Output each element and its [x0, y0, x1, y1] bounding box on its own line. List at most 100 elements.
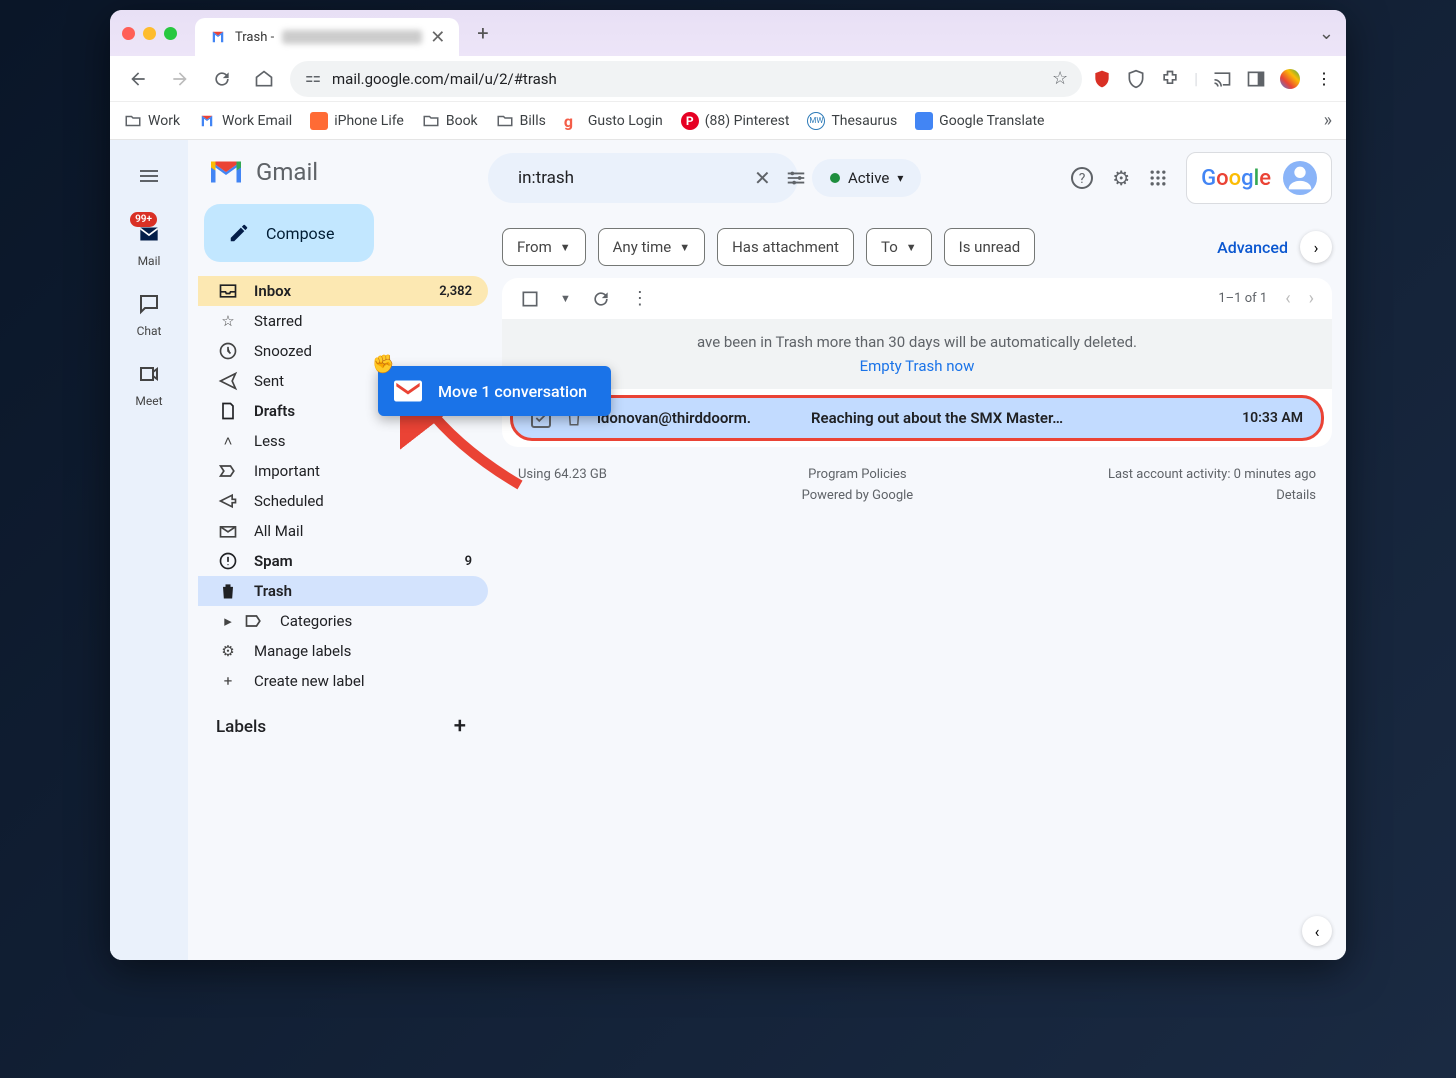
url-input[interactable]: mail.google.com/mail/u/2/#trash ☆ — [290, 61, 1082, 97]
filter-scroll-right[interactable]: › — [1300, 231, 1332, 263]
bookmark-bills[interactable]: Bills — [496, 112, 546, 130]
email-row[interactable]: ldonovan@thirddoorm. Reaching out about … — [510, 395, 1324, 441]
back-button[interactable] — [122, 63, 154, 95]
url-text: mail.google.com/mail/u/2/#trash — [332, 70, 557, 88]
sidebar-item-create-label[interactable]: +Create new label — [198, 666, 488, 696]
filter-has-attachment[interactable]: Has attachment — [717, 228, 854, 266]
new-tab-button[interactable]: + — [467, 15, 498, 51]
site-settings-icon — [304, 70, 322, 88]
minimize-window-button[interactable] — [143, 27, 156, 40]
rail-meet-label: Meet — [135, 394, 162, 408]
search-input[interactable] — [518, 168, 740, 188]
star-icon: ☆ — [218, 311, 238, 331]
list-toolbar: ▼ ⋮ 1–1 of 1 ‹ › — [502, 278, 1332, 319]
bookmark-iphone-life[interactable]: iPhone Life — [310, 112, 404, 130]
filter-from[interactable]: From▼ — [502, 228, 586, 266]
reload-button[interactable] — [206, 63, 238, 95]
search-box[interactable]: ✕ — [488, 153, 798, 203]
refresh-button[interactable] — [591, 289, 611, 309]
bookmark-gusto[interactable]: gGusto Login — [564, 112, 663, 130]
select-all-checkbox[interactable] — [520, 289, 540, 309]
browser-menu-icon[interactable]: ⋮ — [1314, 69, 1334, 89]
bookmark-book[interactable]: Book — [422, 112, 478, 130]
policies-link[interactable]: Program Policies — [802, 467, 914, 482]
tab-overflow-button[interactable]: ⌄ — [1319, 23, 1334, 44]
filter-is-unread[interactable]: Is unread — [944, 228, 1036, 266]
sidebar-item-inbox[interactable]: Inbox2,382 — [198, 276, 488, 306]
forward-button[interactable] — [164, 63, 196, 95]
user-avatar[interactable] — [1283, 161, 1317, 195]
cast-icon[interactable] — [1212, 69, 1232, 89]
file-icon — [218, 401, 238, 421]
bookmark-pinterest[interactable]: P(88) Pinterest — [681, 112, 790, 130]
maximize-window-button[interactable] — [164, 27, 177, 40]
bookmark-work-email[interactable]: Work Email — [198, 112, 292, 130]
chevron-down-icon: ▼ — [679, 241, 690, 254]
move-tooltip: Move 1 conversation — [378, 366, 611, 416]
bookmark-work[interactable]: Work — [124, 112, 180, 130]
account-switcher[interactable]: Google — [1186, 152, 1332, 204]
rail-mail[interactable]: 99+ Mail — [133, 218, 165, 268]
spam-icon — [218, 551, 238, 571]
more-menu-icon[interactable]: ⋮ — [631, 288, 649, 309]
sidebar-item-starred[interactable]: ☆Starred — [198, 306, 488, 336]
details-link[interactable]: Details — [1108, 488, 1316, 503]
settings-icon[interactable]: ⚙ — [1112, 166, 1130, 190]
bookmark-thesaurus[interactable]: MWThesaurus — [807, 112, 897, 130]
sidebar-item-less[interactable]: ˄Less — [198, 426, 488, 456]
storage-text: Using 64.23 GB — [518, 467, 607, 482]
help-icon[interactable]: ? — [1070, 166, 1094, 190]
sidebar-item-trash[interactable]: Trash — [198, 576, 488, 606]
tab-title-redacted — [282, 30, 422, 44]
chevron-down-icon: ▼ — [906, 241, 917, 254]
add-label-button[interactable]: + — [454, 714, 466, 739]
status-chip[interactable]: Active ▾ — [812, 159, 921, 197]
extensions-icon[interactable] — [1160, 69, 1180, 89]
google-wordmark: Google — [1201, 166, 1271, 191]
rail-chat[interactable]: Chat — [133, 288, 165, 338]
sidebar-item-scheduled[interactable]: Scheduled — [198, 486, 488, 516]
allmail-icon — [218, 521, 238, 541]
empty-trash-link[interactable]: Empty Trash now — [516, 357, 1318, 375]
select-dropdown-icon[interactable]: ▼ — [560, 292, 571, 305]
top-bar: ✕ Active ▾ ? ⚙ Google — [488, 152, 1332, 204]
rail-chat-label: Chat — [137, 324, 162, 338]
search-clear-button[interactable]: ✕ — [754, 166, 771, 190]
sidepanel-icon[interactable] — [1246, 69, 1266, 89]
profile-icon[interactable] — [1280, 69, 1300, 89]
next-page-button[interactable]: › — [1309, 288, 1314, 309]
bookmark-translate[interactable]: Google Translate — [915, 112, 1044, 130]
shield-icon[interactable] — [1126, 69, 1146, 89]
tab-close-button[interactable]: ✕ — [430, 27, 445, 48]
scheduled-icon — [218, 491, 238, 511]
address-bar: mail.google.com/mail/u/2/#trash ☆ | ⋮ — [110, 56, 1346, 102]
browser-tab[interactable]: Trash - ✕ — [195, 18, 459, 56]
rail-meet[interactable]: Meet — [133, 358, 165, 408]
gmail-logo[interactable]: Gmail — [198, 150, 488, 204]
home-button[interactable] — [248, 63, 280, 95]
advanced-search-link[interactable]: Advanced — [1217, 238, 1288, 257]
search-options-icon[interactable] — [785, 167, 807, 189]
filter-to[interactable]: To▼ — [866, 228, 932, 266]
status-label: Active — [848, 169, 889, 187]
bookmark-overflow-icon[interactable]: » — [1324, 110, 1332, 131]
side-panel-toggle[interactable]: ‹ — [1302, 916, 1332, 946]
hamburger-menu-button[interactable] — [127, 154, 171, 198]
mail-icon — [394, 380, 422, 402]
compose-button[interactable]: Compose — [204, 204, 374, 262]
sidebar: Gmail Compose Inbox2,382 ☆Starred Snooze… — [188, 140, 488, 960]
sidebar-item-spam[interactable]: Spam9 — [198, 546, 488, 576]
sidebar-item-all-mail[interactable]: All Mail — [198, 516, 488, 546]
sidebar-item-snoozed[interactable]: Snoozed — [198, 336, 488, 366]
sidebar-item-manage-labels[interactable]: ⚙Manage labels — [198, 636, 488, 666]
prev-page-button[interactable]: ‹ — [1285, 288, 1290, 309]
close-window-button[interactable] — [122, 27, 135, 40]
rail-mail-label: Mail — [138, 254, 161, 268]
bookmark-star-icon[interactable]: ☆ — [1052, 68, 1068, 89]
powered-by: Powered by Google — [802, 488, 914, 503]
apps-icon[interactable] — [1148, 168, 1168, 188]
ublock-icon[interactable] — [1092, 69, 1112, 89]
filter-any-time[interactable]: Any time▼ — [598, 228, 705, 266]
sidebar-item-important[interactable]: Important — [198, 456, 488, 486]
sidebar-item-categories[interactable]: ▸Categories — [198, 606, 488, 636]
